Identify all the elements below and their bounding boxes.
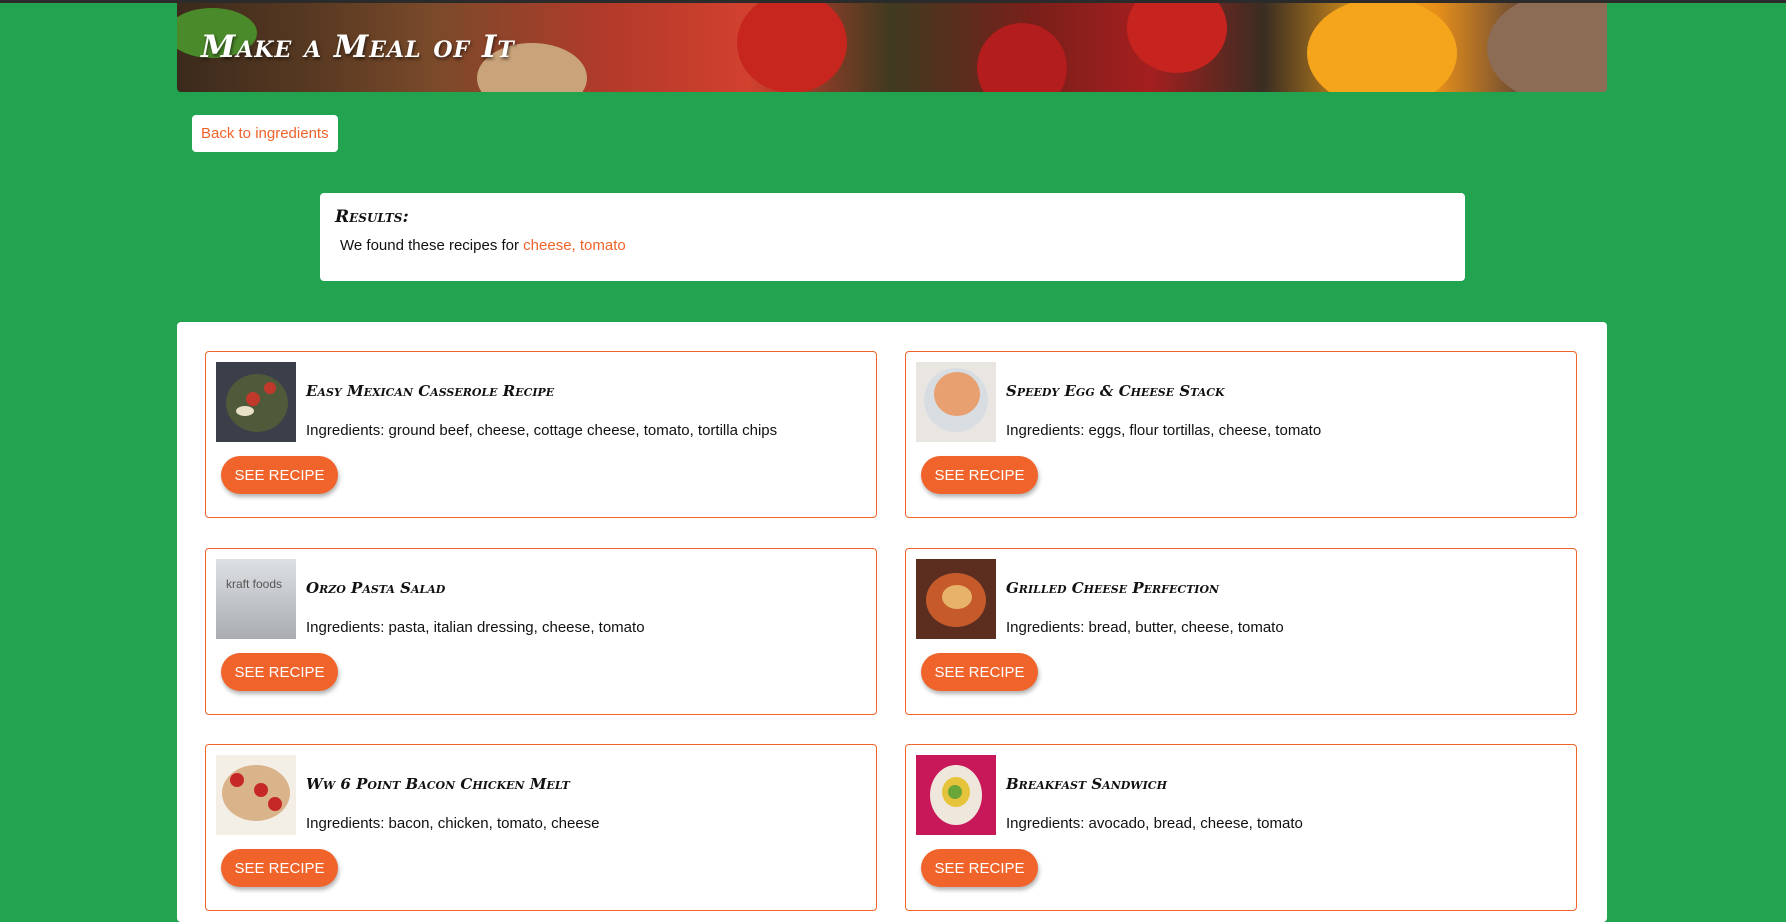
thumbnail-decoration: [268, 797, 282, 811]
recipe-ingredients: Ingredients: avocado, bread, cheese, tom…: [1006, 815, 1303, 832]
thumbnail-decoration: [264, 382, 276, 394]
recipe-thumbnail: [916, 559, 996, 639]
see-recipe-button[interactable]: SEE RECIPE: [221, 653, 338, 691]
recipe-thumbnail: kraft foods: [216, 559, 296, 639]
thumbnail-decoration: [254, 783, 268, 797]
banner-decoration: [1307, 3, 1457, 92]
recipe-card: Grilled Cheese Perfection Ingredients: b…: [905, 548, 1577, 715]
recipe-title: Orzo Pasta Salad: [306, 579, 446, 597]
banner-decoration: [977, 23, 1067, 92]
results-heading: Results:: [335, 207, 409, 227]
thumbnail-decoration: [948, 785, 962, 799]
recipe-title: Breakfast Sandwich: [1006, 775, 1167, 793]
thumbnail-logo-text: kraft foods: [226, 577, 283, 591]
thumbnail-decoration: [246, 392, 260, 406]
recipe-ingredients: Ingredients: pasta, italian dressing, ch…: [306, 619, 645, 636]
header-banner: Make a Meal of It: [177, 3, 1607, 92]
see-recipe-button[interactable]: SEE RECIPE: [921, 456, 1038, 494]
recipe-card: Speedy Egg & Cheese Stack Ingredients: e…: [905, 351, 1577, 518]
thumbnail-decoration: [236, 406, 254, 416]
recipe-ingredients: Ingredients: ground beef, cheese, cottag…: [306, 422, 778, 439]
results-summary: We found these recipes for cheese, tomat…: [340, 237, 1450, 254]
see-recipe-button[interactable]: SEE RECIPE: [221, 456, 338, 494]
thumbnail-decoration: [934, 372, 980, 416]
thumbnail-decoration: [942, 585, 972, 609]
recipe-thumbnail: [216, 755, 296, 835]
recipe-title: Grilled Cheese Perfection: [1006, 579, 1220, 597]
see-recipe-button[interactable]: SEE RECIPE: [921, 849, 1038, 887]
recipe-thumbnail: [916, 362, 996, 442]
search-terms: cheese, tomato: [523, 237, 626, 254]
banner-decoration: [1127, 3, 1227, 73]
results-box: Results: We found these recipes for chee…: [320, 193, 1465, 281]
thumbnail-decoration: [230, 773, 244, 787]
recipe-card: Breakfast Sandwich Ingredients: avocado,…: [905, 744, 1577, 911]
see-recipe-button[interactable]: SEE RECIPE: [921, 653, 1038, 691]
recipe-title: Ww 6 Point Bacon Chicken Melt: [306, 775, 570, 793]
recipe-ingredients: Ingredients: eggs, flour tortillas, chee…: [1006, 422, 1322, 439]
recipe-card: Ww 6 Point Bacon Chicken Melt Ingredient…: [205, 744, 877, 911]
site-title: Make a Meal of It: [201, 29, 515, 65]
results-intro: We found these recipes for: [340, 237, 519, 254]
banner-decoration: [1487, 3, 1607, 92]
recipe-title: Speedy Egg & Cheese Stack: [1006, 382, 1225, 400]
recipe-title: Easy Mexican Casserole Recipe: [306, 382, 555, 400]
recipe-card: Easy Mexican Casserole Recipe Ingredient…: [205, 351, 877, 518]
recipe-card: kraft foods Orzo Pasta Salad Ingredients…: [205, 548, 877, 715]
recipe-list: Easy Mexican Casserole Recipe Ingredient…: [177, 322, 1607, 922]
see-recipe-button[interactable]: SEE RECIPE: [221, 849, 338, 887]
recipe-ingredients: Ingredients: bacon, chicken, tomato, che…: [306, 815, 600, 832]
recipe-thumbnail: [216, 362, 296, 442]
banner-decoration: [737, 3, 847, 92]
recipe-ingredients: Ingredients: bread, butter, cheese, toma…: [1006, 619, 1284, 636]
recipe-thumbnail: [916, 755, 996, 835]
back-to-ingredients-button[interactable]: Back to ingredients: [192, 115, 338, 152]
